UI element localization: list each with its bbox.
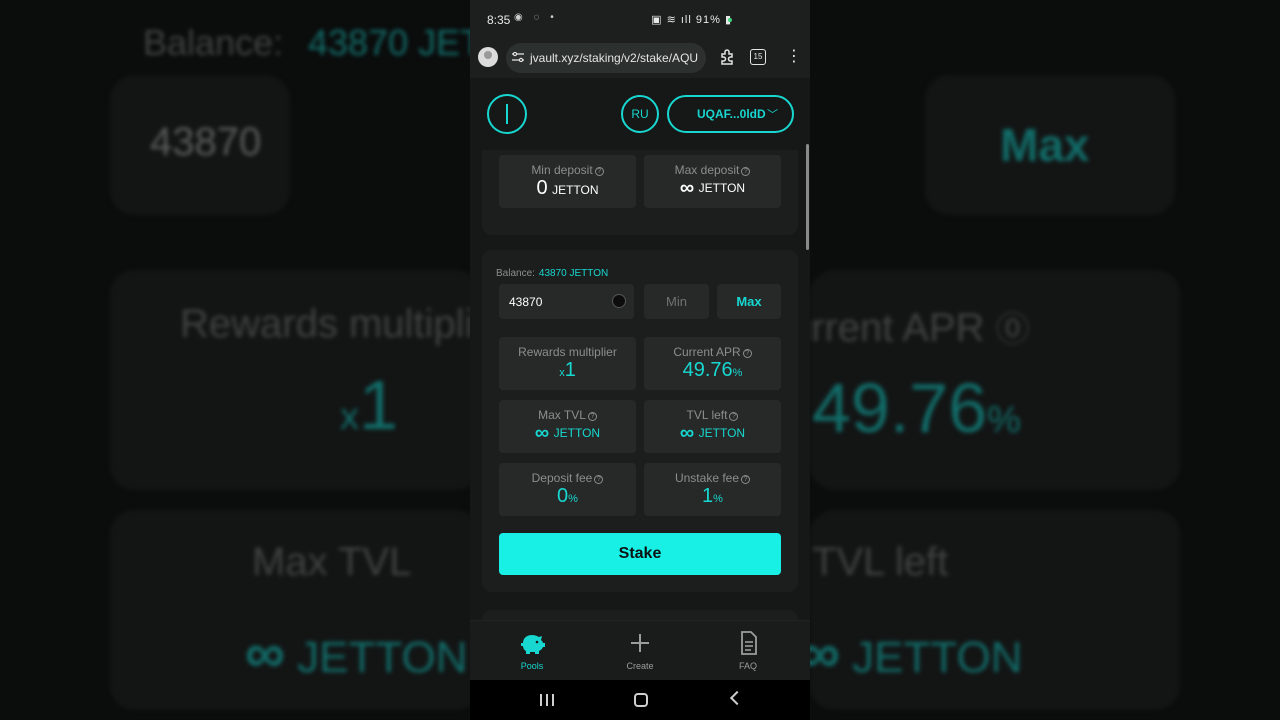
language-button[interactable]: RU bbox=[621, 95, 659, 133]
status-bar: 8:35 ◉ ◌ • ▣ ≋ ıll 91% ▮ bbox=[470, 0, 810, 40]
help-icon[interactable]: ? bbox=[741, 167, 751, 176]
recents-icon[interactable] bbox=[540, 694, 554, 706]
browser-toolbar: jvault.xyz/staking/v2/stake/AQU 15 ⋮ bbox=[470, 40, 810, 78]
wallet-address: UQAF...0ldD bbox=[697, 107, 766, 121]
wallet-button[interactable]: UQAF...0ldD ﹀ bbox=[667, 95, 794, 133]
overflow-menu-icon[interactable]: ⋮ bbox=[786, 48, 802, 66]
next-card bbox=[482, 610, 798, 620]
jetton-coin-icon bbox=[612, 294, 626, 308]
chevron-down-icon: ﹀ bbox=[767, 109, 778, 121]
scrollbar-thumb[interactable] bbox=[806, 144, 809, 250]
help-icon[interactable]: ? bbox=[741, 475, 751, 484]
status-battery: ▣ ≋ ıll 91% ▮ bbox=[651, 14, 732, 26]
nav-faq[interactable]: FAQ bbox=[698, 621, 798, 681]
bg-rewards-value: x1 bbox=[340, 366, 398, 444]
help-icon[interactable]: ? bbox=[587, 412, 597, 421]
nav-create[interactable]: Create bbox=[590, 621, 690, 681]
min-button[interactable]: Min bbox=[644, 284, 709, 319]
status-time: 8:35 bbox=[487, 13, 511, 27]
unstake-fee-tile: Unstake fee? 1% bbox=[644, 463, 781, 516]
site-settings-icon[interactable] bbox=[512, 52, 524, 62]
current-apr-tile: Current APR? 49.76% bbox=[644, 337, 781, 390]
plus-icon bbox=[631, 634, 649, 652]
url-text: jvault.xyz/staking/v2/stake/AQU bbox=[530, 51, 699, 65]
home-icon[interactable] bbox=[634, 693, 648, 707]
bg-apr-value: 49.76% bbox=[812, 369, 1021, 447]
balance-label: Balance: bbox=[496, 268, 535, 279]
balance-value[interactable]: 43870 JETTON bbox=[539, 268, 608, 279]
rewards-multiplier-tile: Rewards multiplier x1 bbox=[499, 337, 636, 390]
help-icon[interactable]: ? bbox=[729, 412, 739, 421]
extensions-icon[interactable] bbox=[718, 48, 736, 66]
tvl-left-tile: TVL left? ∞ JETTON bbox=[644, 400, 781, 453]
bg-max-tvl-value: ∞ JETTON bbox=[245, 621, 468, 684]
system-nav-bar bbox=[470, 680, 810, 720]
balance-row: Balance: 43870 JETTON bbox=[496, 268, 608, 279]
profile-avatar-icon[interactable] bbox=[478, 47, 498, 67]
piggy-bank-icon bbox=[521, 635, 545, 654]
app-logo-icon[interactable] bbox=[487, 94, 527, 134]
max-button[interactable]: Max bbox=[717, 284, 781, 319]
bg-max-tvl-label: Max TVL bbox=[252, 540, 412, 584]
max-deposit-tile: Max deposit? ∞ JETTON bbox=[644, 155, 781, 208]
bg-rewards-label: Rewards multiplier bbox=[180, 302, 509, 346]
deposit-fee-tile: Deposit fee? 0% bbox=[499, 463, 636, 516]
bg-tvl-left-label: TVL left bbox=[812, 540, 949, 584]
help-icon[interactable]: ? bbox=[742, 349, 752, 358]
max-tvl-tile: Max TVL? ∞ JETTON bbox=[499, 400, 636, 453]
infinity-icon: ∞ bbox=[679, 177, 695, 199]
bg-tvl-left-value: ∞ JETTON bbox=[800, 621, 1023, 684]
privacy-dot-icon bbox=[728, 18, 732, 22]
bg-balance-label: Balance: bbox=[143, 22, 284, 63]
nav-pools[interactable]: Pools bbox=[482, 621, 582, 681]
infinity-icon: ∞ bbox=[679, 422, 695, 444]
help-icon[interactable]: ? bbox=[594, 167, 604, 176]
address-bar[interactable]: jvault.xyz/staking/v2/stake/AQU bbox=[506, 43, 706, 73]
bg-amount: 43870 bbox=[150, 120, 262, 164]
back-icon[interactable] bbox=[729, 690, 745, 706]
video-frame: Balance: 43870 JETTON 43870 Max Rewards … bbox=[0, 0, 1280, 720]
infinity-icon: ∞ bbox=[534, 422, 550, 444]
document-icon bbox=[741, 631, 757, 655]
min-deposit-tile: Min deposit? 0 JETTON bbox=[499, 155, 636, 208]
tab-switcher-icon[interactable]: 15 bbox=[750, 49, 766, 65]
deposit-limits-card: Min deposit? 0 JETTON Max deposit? ∞ JET… bbox=[482, 150, 798, 235]
stake-button[interactable]: Stake bbox=[499, 533, 781, 575]
phone-screen: 8:35 ◉ ◌ • ▣ ≋ ıll 91% ▮ jvault.xyz/stak… bbox=[470, 0, 810, 720]
help-icon[interactable]: ? bbox=[594, 475, 604, 484]
bottom-nav: Pools Create FAQ bbox=[470, 620, 810, 680]
bg-max: Max bbox=[1000, 119, 1090, 171]
app-header: RU UQAF...0ldD ﹀ bbox=[470, 78, 810, 150]
page-content[interactable]: Min deposit? 0 JETTON Max deposit? ∞ JET… bbox=[470, 150, 810, 620]
notification-icons: ◉ ◌ • bbox=[514, 12, 558, 23]
